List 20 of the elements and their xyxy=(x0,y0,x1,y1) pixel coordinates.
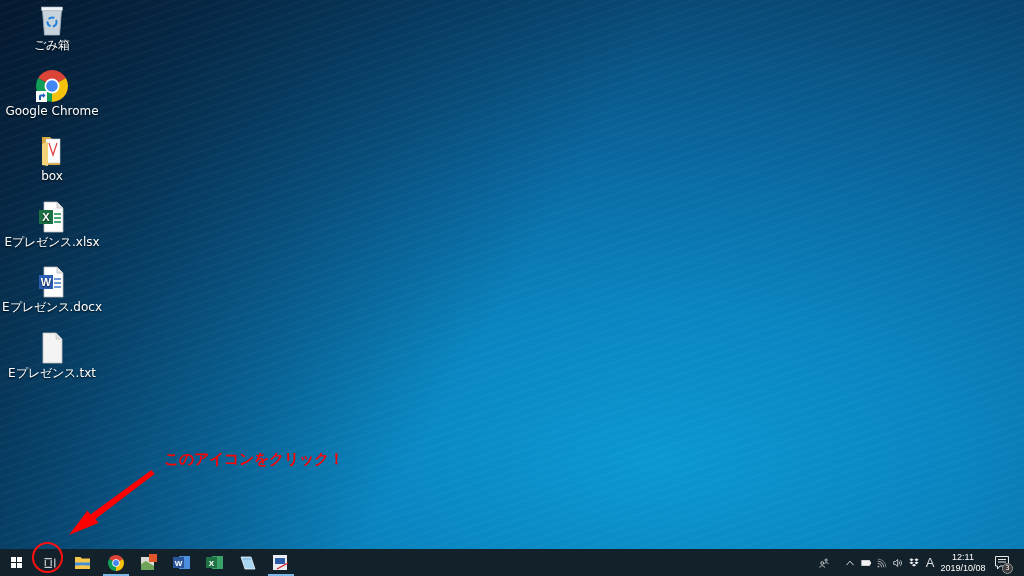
window-icon xyxy=(272,554,289,571)
desktop-shortcut[interactable]: Eプレゼンス.txt xyxy=(8,331,96,380)
taskbar-button[interactable]: W xyxy=(165,549,198,576)
start-icon xyxy=(11,557,22,568)
notepad-icon xyxy=(239,555,256,570)
people-icon[interactable] xyxy=(816,555,832,570)
desktop-shortcut[interactable]: W Eプレゼンス.docx xyxy=(1,266,103,314)
picture-tile-icon xyxy=(140,554,157,571)
clock[interactable]: 12:11 2019/10/08 xyxy=(940,551,986,574)
task-view-icon xyxy=(43,557,56,568)
notification-icon xyxy=(995,555,1009,570)
desktop-shortcut[interactable]: ごみ箱 xyxy=(34,4,70,52)
desktop-shortcut[interactable]: box xyxy=(36,135,68,183)
taskbar-button[interactable]: X xyxy=(198,549,231,576)
folder-icon xyxy=(75,556,90,569)
annotation-text: このアイコンをクリック！ xyxy=(164,449,344,469)
desktop-shortcut[interactable]: Google Chrome xyxy=(5,69,99,118)
desktop-shortcut[interactable]: X Eプレゼンス.xlsx xyxy=(4,200,100,249)
input-mode-indicator[interactable]: A xyxy=(922,554,938,571)
browser-logo-icon xyxy=(107,554,124,571)
